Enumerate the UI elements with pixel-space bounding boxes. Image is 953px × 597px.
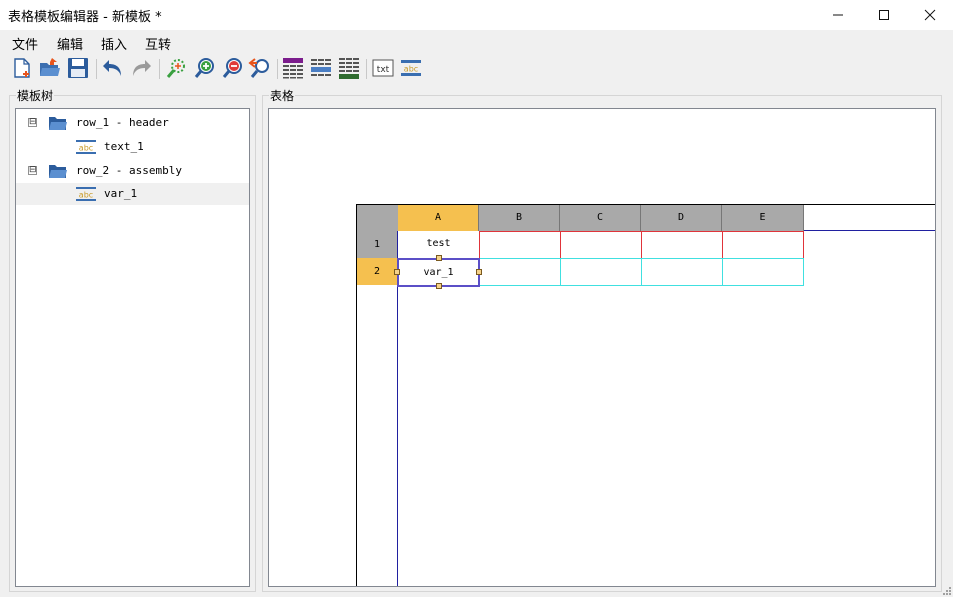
column-header-d[interactable]: D [641, 205, 722, 231]
table-cell[interactable] [722, 231, 804, 259]
redo-button[interactable] [129, 56, 153, 80]
undo-icon [103, 60, 121, 76]
folder-icon [49, 165, 67, 178]
title-bar: 表格模板编辑器 - 新模板 * [0, 0, 953, 30]
table-cell[interactable] [641, 231, 723, 259]
undo-button[interactable] [101, 56, 125, 80]
folder-icon [49, 117, 67, 130]
zoom-out-icon [222, 58, 242, 78]
svg-text:txt: txt [377, 65, 390, 75]
open-folder-icon [40, 58, 60, 76]
new-file-icon [14, 58, 30, 78]
toolbar: txt abc [0, 54, 953, 84]
zoom-fit-button[interactable] [165, 56, 189, 80]
column-header-e[interactable]: E [722, 205, 804, 231]
insert-variable-icon: abc [401, 60, 421, 76]
table-canvas[interactable]: A B C D E 1 2 test var_1 [268, 108, 936, 587]
zoom-in-icon [194, 58, 214, 78]
zoom-fit-icon [166, 59, 185, 78]
table-cell[interactable] [560, 258, 642, 286]
zoom-reset-button[interactable] [247, 56, 271, 80]
insert-table-footer-icon [339, 58, 359, 79]
row-header-2[interactable]: 2 [357, 258, 397, 285]
insert-table-footer-button[interactable] [337, 56, 361, 80]
zoom-in-button[interactable] [193, 56, 217, 80]
table-cell[interactable] [641, 258, 723, 286]
resize-handle-top[interactable] [436, 255, 442, 261]
table-group-title: 表格 [269, 87, 296, 104]
svg-text:abc: abc [79, 144, 93, 153]
column-header-a[interactable]: A [398, 205, 479, 231]
tree-item-row-2[interactable]: ⊟ row_2 - assembly [16, 160, 249, 182]
collapse-icon[interactable]: ⊟ [28, 166, 37, 175]
tree-item-var-1[interactable]: abc var_1 [16, 183, 249, 205]
svg-text:abc: abc [79, 191, 93, 200]
close-button[interactable] [907, 0, 953, 30]
template-tree[interactable]: ⊟ row_1 - header abc text_1 ⊟ row_2 - as… [15, 108, 250, 587]
menu-file[interactable]: 文件 [12, 34, 38, 53]
table-cell[interactable] [560, 231, 642, 259]
minimize-icon [833, 14, 843, 16]
close-icon [924, 9, 936, 21]
table-cell[interactable] [722, 258, 804, 286]
svg-text:abc: abc [404, 65, 418, 74]
zoom-reset-icon [248, 58, 269, 78]
open-button[interactable] [38, 56, 62, 80]
table-cell[interactable] [479, 231, 561, 259]
menu-edit[interactable]: 编辑 [57, 34, 83, 53]
window-title: 表格模板编辑器 - 新模板 * [8, 10, 162, 25]
save-button[interactable] [66, 56, 90, 80]
tree-item-label: row_2 - assembly [76, 164, 182, 177]
menu-convert[interactable]: 互转 [145, 34, 171, 53]
insert-variable-button[interactable]: abc [399, 56, 423, 80]
column-header-bottom-line [804, 230, 935, 231]
resize-handle-bottom[interactable] [436, 283, 442, 289]
abc-text-icon: abc [76, 140, 96, 154]
tree-item-label: row_1 - header [76, 116, 169, 129]
save-icon [68, 58, 88, 78]
row-header-1[interactable]: 1 [357, 231, 397, 258]
tree-item-row-1[interactable]: ⊟ row_1 - header [16, 112, 249, 134]
table-corner[interactable] [357, 205, 398, 231]
insert-text-icon: txt [372, 59, 394, 77]
tree-item-text-1[interactable]: abc text_1 [16, 136, 249, 158]
column-header-c[interactable]: C [560, 205, 641, 231]
column-header-b[interactable]: B [479, 205, 560, 231]
minimize-button[interactable] [815, 0, 861, 30]
table-cell[interactable] [479, 258, 561, 286]
insert-text-button[interactable]: txt [371, 56, 395, 80]
insert-table-row-button[interactable] [309, 56, 333, 80]
resize-grip-icon[interactable] [941, 585, 951, 595]
abc-variable-icon: abc [76, 187, 96, 201]
tree-item-label: var_1 [104, 187, 138, 200]
insert-table-row-icon [311, 59, 331, 76]
resize-handle-right[interactable] [476, 269, 482, 275]
resize-handle-left[interactable] [394, 269, 400, 275]
menu-insert[interactable]: 插入 [101, 34, 127, 53]
redo-icon [133, 60, 151, 76]
maximize-icon [879, 10, 889, 20]
insert-table-header-button[interactable] [281, 56, 305, 80]
menu-bar: 文件 编辑 插入 互转 [0, 30, 953, 53]
maximize-button[interactable] [861, 0, 907, 30]
tree-group-title: 模板树 [16, 87, 55, 104]
new-file-button[interactable] [10, 56, 34, 80]
tree-item-label: text_1 [104, 140, 144, 153]
zoom-out-button[interactable] [221, 56, 245, 80]
collapse-icon[interactable]: ⊟ [28, 118, 37, 127]
insert-table-header-icon [283, 58, 303, 79]
